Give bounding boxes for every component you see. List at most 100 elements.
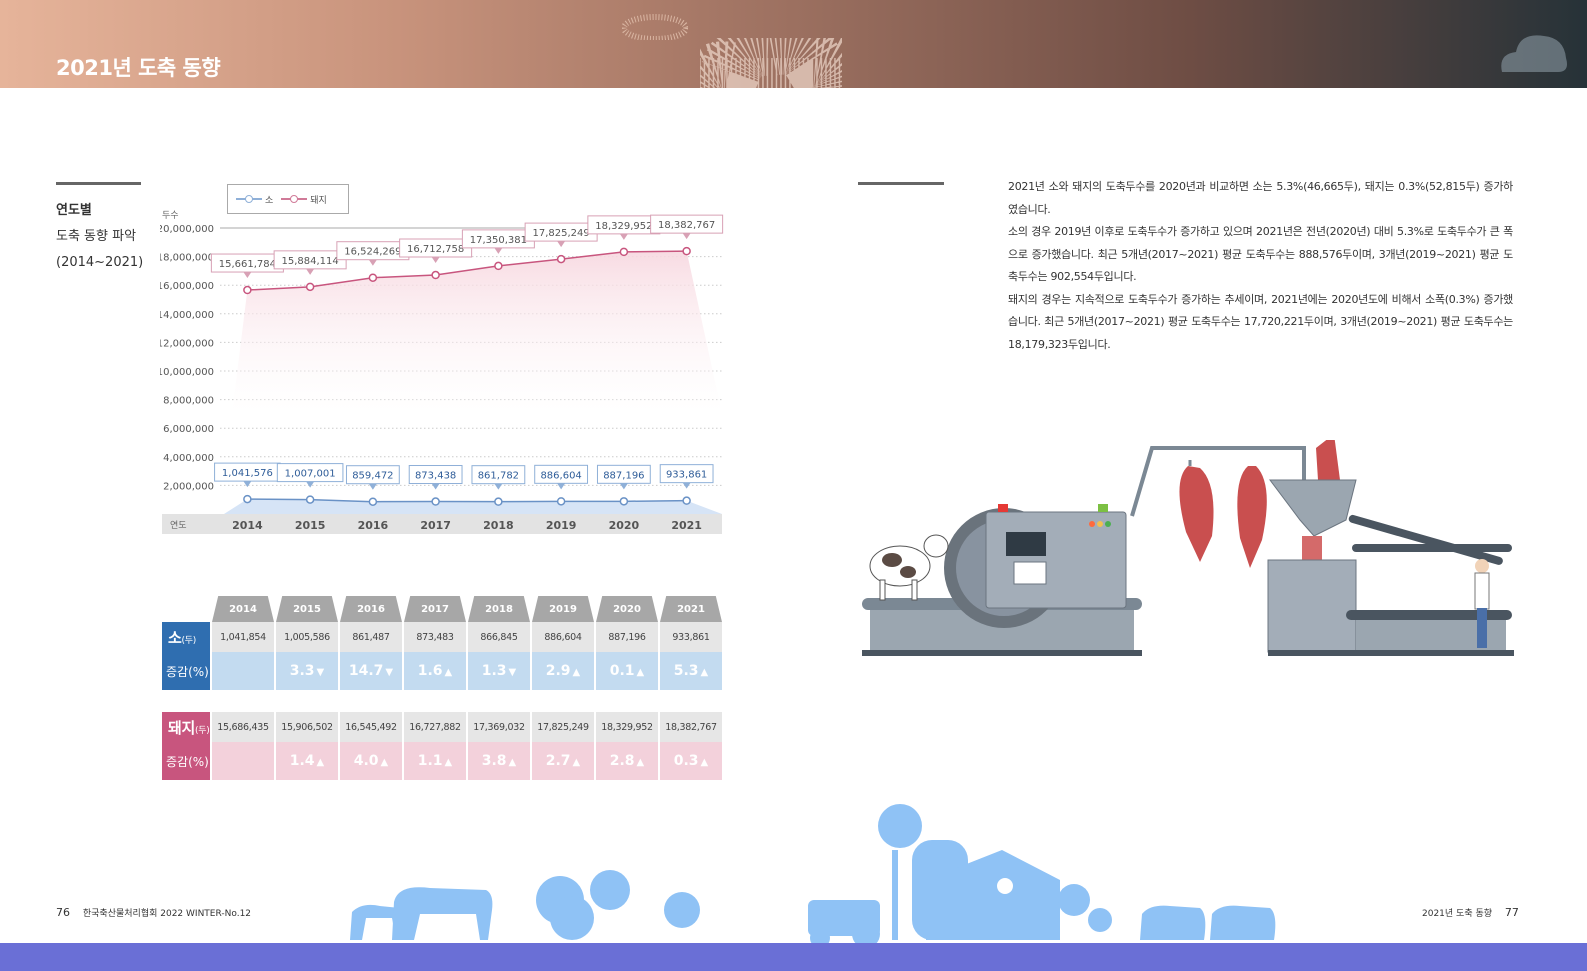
cow-data-label-pointer (557, 483, 566, 490)
y-tick-label: 20,000,000 (160, 224, 214, 235)
cow-data-table: 2014 2015 2016 2017 2018 2019 2020 2021 소(두) 1,… (160, 596, 724, 690)
pig-data-label-pointer (619, 233, 628, 240)
pig-pct-cell: 2.8 ▲ (596, 742, 658, 780)
change-arrow-icon: ▲ (572, 757, 581, 768)
change-arrow-icon: ▲ (380, 757, 389, 768)
cow-data-point (619, 497, 629, 506)
x-tick-label: 2015 (295, 519, 326, 532)
cow-pct-cell: 1.6 ▲ (404, 652, 466, 690)
body-text: 2021년 소와 돼지의 도축두수를 2020년과 비교하면 소는 5.3%(4… (1008, 176, 1513, 356)
cow-label: 소 (168, 628, 182, 647)
table-year-header: 2015 (276, 596, 338, 622)
cow-data-point (556, 497, 566, 506)
cow-count-cell: 1,041,854 (212, 622, 274, 652)
pig-count-cell: 15,906,502 (276, 712, 338, 742)
change-arrow-icon: ▲ (636, 757, 645, 768)
cow-data-point (368, 497, 378, 506)
cow-count-cell: 886,604 (532, 622, 594, 652)
x-tick-label: 2019 (546, 519, 577, 532)
cow-data-label-pointer (494, 483, 503, 490)
cow-pct-cell: 5.3 ▲ (660, 652, 722, 690)
pig-data-label-pointer (368, 259, 377, 266)
pig-data-label: 17,825,249 (532, 228, 589, 239)
cow-pct-cell: 2.9 ▲ (532, 652, 594, 690)
cow-data-label-pointer (431, 483, 440, 490)
cow-data-label: 873,438 (415, 471, 456, 482)
x-tick-label: 2016 (358, 519, 389, 532)
table-year-header: 2014 (212, 596, 274, 622)
cow-pct-value: 1.3 (481, 663, 507, 679)
cow-count-cell: 861,487 (340, 622, 402, 652)
change-arrow-icon: ▼ (385, 667, 394, 678)
cow-data-label: 859,472 (352, 471, 393, 482)
cow-pct-value: 0.1 (609, 663, 635, 679)
table-year-header: 2020 (596, 596, 658, 622)
legend-item-cow: 소 (236, 193, 273, 206)
cow-data-label: 1,007,001 (285, 469, 336, 480)
cow-data-label-pointer (619, 483, 628, 490)
pig-data-label-pointer (306, 268, 315, 275)
section-label-line: 연도별 (56, 203, 92, 218)
y-tick-label: 8,000,000 (163, 396, 214, 407)
cloud-decoration (1501, 35, 1567, 72)
y-tick-label: 12,000,000 (160, 338, 214, 349)
section-label-line: (2014~2021) (56, 255, 144, 270)
pig-data-label-pointer (243, 272, 252, 279)
cow-data-label-pointer (306, 481, 315, 488)
legend-label-cow: 소 (265, 195, 274, 206)
pig-data-point (431, 270, 440, 280)
pig-data-point (305, 282, 315, 292)
cow-data-label: 861,782 (478, 471, 519, 482)
cow-pct-value: 1.6 (417, 663, 443, 679)
footer-left: 76 한국축산물처리협회 2022 WINTER-No.12 (56, 906, 251, 919)
meat-processing-illustration (862, 440, 1514, 656)
cloud-decoration (700, 38, 842, 88)
legend-item-pig: 돼지 (281, 193, 327, 206)
pig-data-label-pointer (557, 241, 566, 248)
cow-data-point (494, 497, 503, 506)
cow-data-label: 933,861 (666, 470, 707, 481)
change-arrow-icon: ▲ (444, 757, 453, 768)
page-header-banner: 2021년 도축 동향 (0, 0, 1587, 88)
pig-data-label: 16,524,269 (344, 247, 401, 258)
pig-data-label-pointer (682, 233, 691, 240)
x-tick-label: 2018 (483, 519, 514, 532)
pig-data-point (682, 246, 691, 256)
chart-legend: 소 돼지 (227, 184, 349, 214)
cow-pct-value: 3.3 (289, 663, 315, 679)
pig-count-cell: 18,329,952 (596, 712, 658, 742)
cow-data-label-pointer (368, 483, 377, 490)
x-tick-label: 2014 (232, 519, 263, 532)
cow-row-label: 소(두) (162, 622, 210, 652)
cow-data-label: 886,604 (540, 470, 581, 481)
y-tick-label: 6,000,000 (163, 424, 214, 435)
footer-bar (0, 943, 1587, 971)
x-tick-label: 2020 (609, 519, 640, 532)
pig-count-cell: 15,686,435 (212, 712, 274, 742)
page-title: 2021년 도축 동향 (56, 56, 221, 80)
change-arrow-icon: ▲ (700, 757, 709, 768)
cow-count-cell: 873,483 (404, 622, 466, 652)
cow-data-label-pointer (243, 481, 252, 488)
pig-pct-value: 0.3 (673, 753, 699, 769)
change-arrow-icon: ▲ (508, 757, 517, 768)
chart-canvas: 두수 20,000,000 18,000,000 16,000,000 14,000,0… (157, 210, 724, 534)
pig-count-cell: 18,382,767 (660, 712, 722, 742)
y-tick-label: 10,000,000 (160, 367, 214, 378)
y-tick-label: 14,000,000 (160, 310, 214, 321)
pig-pct-value: 2.8 (609, 753, 635, 769)
pig-data-point (368, 273, 378, 282)
change-arrow-icon: ▲ (316, 757, 325, 768)
cow-data-point (305, 495, 315, 504)
pig-row-label: 돼지(두) (162, 712, 210, 742)
change-arrow-icon: ▲ (636, 667, 645, 678)
pig-count-cell: 17,369,032 (468, 712, 530, 742)
page-number-right: 77 (1504, 906, 1519, 919)
pig-count-cell: 16,545,492 (340, 712, 402, 742)
y-tick-label: 2,000,000 (163, 481, 214, 492)
cow-pct-value: 14.7 (348, 663, 384, 679)
pig-pct-cell: 2.7 ▲ (532, 742, 594, 780)
cow-data-label: 887,196 (603, 470, 644, 481)
pig-data-point (556, 254, 566, 264)
pig-data-point (243, 285, 252, 295)
